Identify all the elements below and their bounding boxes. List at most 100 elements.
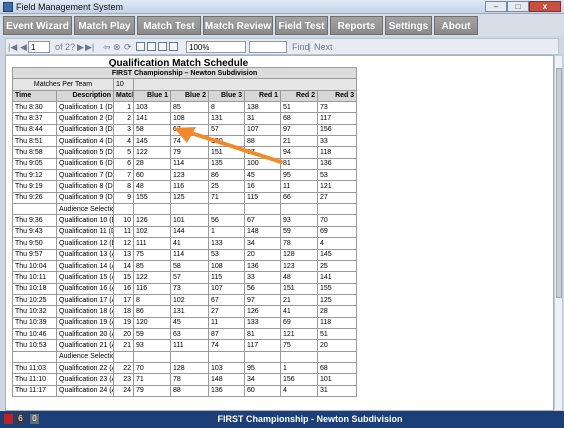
find-link[interactable]: Find	[292, 41, 310, 53]
refresh-icon[interactable]: ⟳	[124, 41, 132, 53]
menu-match-review[interactable]: Match Review	[203, 16, 273, 35]
cell-red-2: 59	[280, 225, 318, 239]
menu-settings[interactable]: Settings	[385, 16, 432, 35]
cell-blue-1: 145	[133, 135, 171, 148]
table-row: Thu 10:39 Qualification 19 (A) 19 120 45 11 13…	[12, 316, 358, 329]
cell-time	[12, 350, 57, 363]
cell-red-1: 136	[244, 259, 281, 273]
cell-blue-2	[170, 350, 209, 363]
cell-blue-2: 58	[170, 259, 209, 273]
menu-match-play[interactable]: Match Play	[74, 16, 135, 35]
menu-field-test[interactable]: Field Test	[275, 16, 328, 35]
back-icon[interactable]: ⇦	[103, 41, 111, 53]
menu-about[interactable]: About	[434, 16, 478, 35]
table-row: Thu 9:57 Qualification 13 (A) 13 75 114 53 20 1…	[12, 248, 358, 261]
print-layout-icon[interactable]	[147, 42, 156, 51]
cell-time: Thu 8:44	[12, 123, 57, 137]
cell-red-2	[280, 203, 318, 216]
cell-description: Audience Selection	[56, 350, 114, 363]
cell-red-1: 115	[244, 191, 281, 205]
matches-per-team-label: Matches Per Team	[12, 78, 114, 91]
cell-blue-2: 63	[170, 327, 209, 341]
page-setup-icon[interactable]	[158, 42, 167, 51]
cell-description: Qualification 19 (A)	[56, 316, 114, 329]
cell-blue-2: 111	[170, 339, 209, 352]
main-menu: Event Wizard Match Play Match Test Match…	[0, 14, 564, 36]
cell-blue-1: 122	[133, 146, 171, 159]
cell-blue-1: 48	[133, 180, 171, 193]
table-row: Thu 9:50 Qualification 12 (D) 12 111 41 133 34…	[12, 237, 358, 250]
stop-icon[interactable]: ⊗	[113, 41, 121, 53]
cell-match: 12	[113, 237, 134, 250]
next-page-icon[interactable]: ▶	[77, 41, 84, 53]
cell-description: Qualification 8 (D)	[56, 180, 114, 193]
close-button[interactable]: x	[529, 1, 561, 12]
cell-red-3: 73	[316, 101, 358, 114]
cell-blue-2: 85	[170, 101, 209, 114]
cell-description: Qualification 11 (D)	[56, 225, 114, 239]
cell-red-3: 118	[316, 316, 358, 329]
menu-event-wizard[interactable]: Event Wizard	[3, 16, 72, 35]
cell-description: Qualification 23 (A)	[56, 373, 114, 386]
cell-red-2: 69	[280, 316, 318, 329]
last-page-icon[interactable]: ▶|	[85, 41, 94, 53]
cell-blue-3	[208, 203, 245, 216]
cell-blue-1: 116	[133, 282, 171, 295]
find-input[interactable]	[249, 41, 287, 53]
cell-blue-1: 111	[133, 237, 171, 250]
cell-time: Thu 8:58	[12, 146, 57, 159]
cell-blue-2: 88	[170, 384, 209, 397]
cell-blue-1: 155	[133, 191, 171, 205]
cell-time: Thu 9:05	[12, 157, 57, 171]
cell-blue-1: 93	[133, 339, 171, 352]
cell-match: 9	[113, 191, 134, 205]
cell-description: Qualification 20 (A)	[56, 327, 114, 341]
prev-page-icon[interactable]: ◀	[20, 41, 27, 53]
first-page-icon[interactable]: |◀	[8, 41, 17, 53]
vertical-scrollbar[interactable]	[554, 55, 563, 411]
cell-time: Thu 10:53	[12, 339, 57, 352]
menu-match-test[interactable]: Match Test	[137, 16, 201, 35]
cell-blue-1: 75	[133, 248, 171, 261]
cell-red-3: 145	[316, 248, 358, 261]
page-input[interactable]	[28, 41, 50, 53]
cell-red-2: 75	[280, 339, 318, 352]
cell-red-3: 20	[316, 339, 358, 352]
table-header: TimeDescriptionMatchBlue 1Blue 2Blue 3Re…	[12, 89, 358, 103]
status-bar: 6 0 FIRST Championship - Newton Subdivis…	[0, 411, 564, 428]
status-indicator-red	[4, 414, 13, 424]
cell-blue-3: 86	[208, 169, 245, 182]
cell-blue-2: 108	[170, 112, 209, 125]
minimize-button[interactable]: –	[485, 1, 507, 12]
menu-reports[interactable]: Reports	[330, 16, 383, 35]
scrollbar-thumb[interactable]	[556, 68, 562, 298]
cell-match: 11	[113, 225, 134, 239]
print-icon[interactable]	[136, 42, 145, 51]
cell-blue-3: 115	[208, 271, 245, 284]
cell-blue-1: 86	[133, 305, 171, 318]
cell-match: 3	[113, 123, 134, 137]
cell-description: Qualification 24 (A)	[56, 384, 114, 397]
cell-blue-3: 107	[208, 282, 245, 295]
table-row: Thu 11:10 Qualification 23 (A) 23 71 78 148 34…	[12, 373, 358, 386]
cell-red-2: 123	[280, 259, 318, 273]
maximize-button[interactable]: □	[507, 1, 529, 12]
column-header-match: Match	[113, 89, 134, 103]
cell-red-2	[280, 350, 318, 363]
cell-description: Qualification 16 (A)	[56, 282, 114, 295]
export-icon[interactable]	[169, 42, 178, 51]
cell-red-2: 1	[280, 361, 318, 375]
zoom-select[interactable]	[186, 41, 246, 53]
annotation-arrow	[174, 127, 283, 164]
cell-description: Qualification 21 (A)	[56, 339, 114, 352]
cell-blue-3: 8	[208, 101, 245, 114]
cell-red-2: 151	[280, 282, 318, 295]
cell-red-3: 117	[316, 112, 358, 125]
cell-time: Thu 11:17	[12, 384, 57, 397]
table-row: Thu 9:19 Qualification 8 (D) 8 48 116 25 16 11 1…	[12, 180, 358, 193]
next-link[interactable]: Next	[314, 41, 333, 53]
cell-red-2: 81	[280, 157, 318, 171]
cell-time: Thu 9:26	[12, 191, 57, 205]
cell-red-1: 133	[244, 316, 281, 329]
cell-match: 1	[113, 101, 134, 114]
